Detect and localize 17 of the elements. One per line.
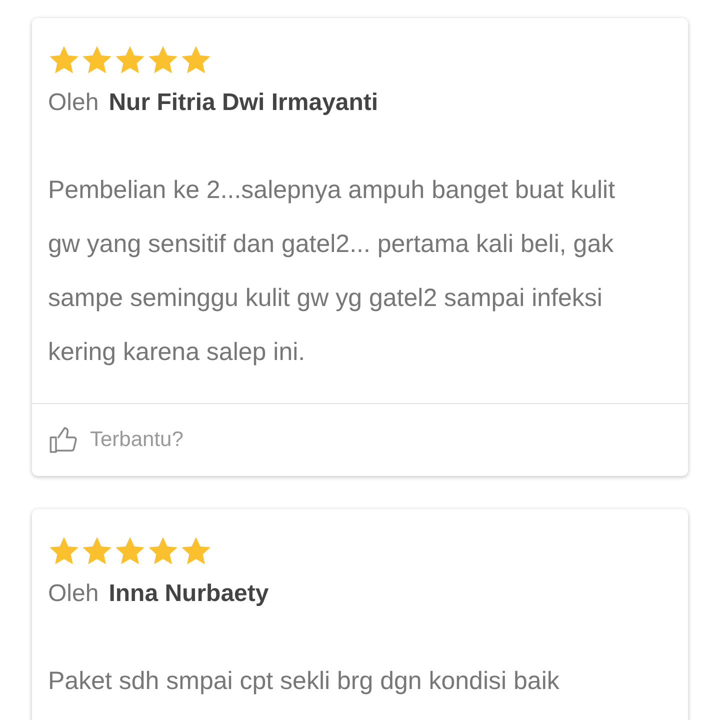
author-name: Nur Fitria Dwi Irmayanti [108, 89, 378, 117]
review-text: Paket sdh smpai cpt sekli brg dgn kondisi baik [48, 666, 560, 697]
by-label: Oleh [48, 89, 99, 117]
star-icon [48, 535, 80, 567]
author-name: Inna Nurbaety [108, 580, 269, 608]
by-label: Oleh [48, 580, 99, 608]
star-icon [81, 44, 113, 76]
star-icon [180, 44, 212, 76]
star-icon [114, 535, 146, 567]
star-icon [81, 535, 113, 567]
review-text: Pembelian ke 2...salepnya ampuh banget buat kulit gw yang sensitif dan gatel2... pertama kali beli, gak sampe seminggu kulit gw yg gatel2 sampai infeksi kering karena salep ini. [48, 175, 616, 368]
star-icon [48, 44, 80, 76]
helpful-button[interactable]: Terbantu? [48, 424, 184, 456]
star-icon [147, 44, 179, 76]
star-icon [147, 535, 179, 567]
star-icon [114, 44, 146, 76]
star-icon [180, 535, 212, 567]
